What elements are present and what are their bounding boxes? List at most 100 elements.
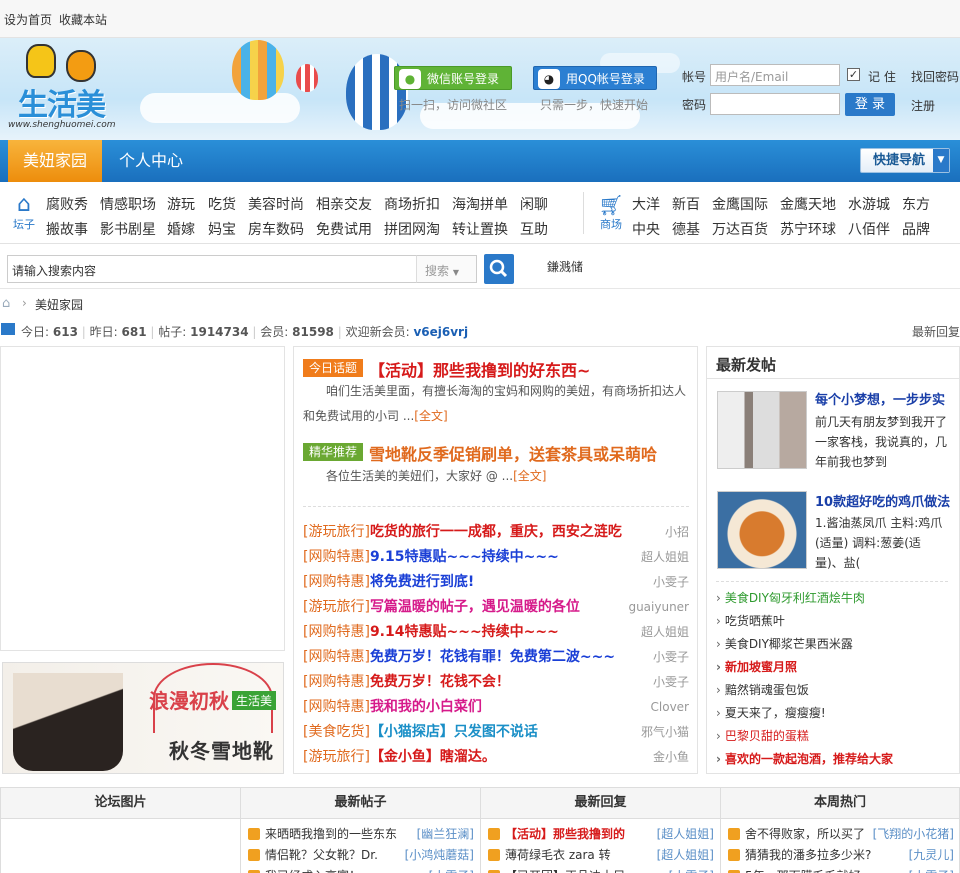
forum-category-link[interactable]: 妈宝 (208, 219, 236, 239)
post-title[interactable]: 【小猫探店】只发图不说话 (370, 724, 538, 740)
forum-category-link[interactable]: 闲聊 (520, 194, 548, 214)
bottom-list-item[interactable]: 5年，那面膜毛毛就好[小雯子] (728, 867, 958, 873)
latest-post-link[interactable]: 美食DIY匈牙利红酒烩牛肉 (716, 589, 865, 606)
post-row[interactable]: [网购特惠]免费万岁！花钱有罪！免费第二波~~~ 小雯子 (303, 646, 689, 668)
featured-title-1[interactable]: 【活动】那些我撸到的好东西~ (369, 357, 590, 381)
bottom-list-item[interactable]: 猜猜我的潘多拉多少米? [九灵儿] (728, 846, 958, 863)
bottom-item-author[interactable]: [小雯子] (909, 867, 954, 873)
bottom-item-author[interactable]: [小雯子] (429, 867, 474, 873)
latest-card-title[interactable]: 10款超好吃的鸡爪做法 (815, 491, 950, 510)
register-link[interactable]: 注册 (911, 97, 935, 114)
bottom-list-item[interactable]: 来晒晒我撸到的一些东东 [幽兰狂澜] (248, 825, 478, 842)
forum-category-link[interactable]: 美容时尚 (248, 194, 304, 214)
home-icon[interactable]: ⌂ (2, 296, 10, 311)
bottom-list-item[interactable]: 舍不得败家，所以买了 [飞翔的小花猪] (728, 825, 958, 842)
nav-tab-meiniu-home[interactable]: 美妞家园 (8, 140, 102, 182)
latest-post-link[interactable]: 新加坡蜜月照 (716, 658, 797, 675)
post-title[interactable]: 【金小鱼】瞎溜达。 (370, 749, 496, 765)
post-author[interactable]: guaiyuner (628, 596, 689, 618)
post-category[interactable]: [网购特惠] (303, 574, 370, 590)
bottom-list-item[interactable]: 我已经成入高富！[小雯子] (248, 867, 478, 873)
remember-checkbox[interactable]: ✓ (847, 68, 860, 81)
forum-category-link[interactable]: 腐败秀 (46, 194, 88, 214)
forum-category-link[interactable]: 转让置换 (452, 219, 508, 239)
post-category[interactable]: [网购特惠] (303, 649, 370, 665)
post-category[interactable]: [网购特惠] (303, 699, 370, 715)
post-category[interactable]: [网购特惠] (303, 624, 370, 640)
forum-icon[interactable]: ⌂ 坛子 (10, 194, 38, 232)
post-author[interactable]: 小雯子 (653, 671, 689, 693)
post-author[interactable]: 小招 (665, 521, 689, 543)
latest-card-image[interactable] (717, 391, 807, 469)
forum-category-link[interactable]: 房车数码 (248, 219, 304, 239)
mall-link[interactable]: 金鹰天地 (780, 194, 836, 214)
latest-post-link[interactable]: 吃货晒蕉叶 (716, 612, 785, 629)
mall-link[interactable]: 金鹰国际 (712, 194, 768, 214)
post-row[interactable]: [网购特惠]免费万岁！花钱不会！ 小雯子 (303, 671, 689, 693)
post-category[interactable]: [网购特惠] (303, 549, 370, 565)
post-title[interactable]: 将免费进行到底! (370, 574, 474, 590)
post-category[interactable]: [游玩旅行] (303, 524, 370, 540)
quick-nav-dropdown[interactable]: 快捷导航 ▼ (860, 148, 950, 173)
mall-link[interactable]: 万达百货 (712, 219, 768, 239)
post-author[interactable]: 超人姐姐 (641, 546, 689, 568)
post-category[interactable]: [美食吃货] (303, 724, 370, 740)
search-button[interactable] (484, 254, 514, 284)
latest-post-link[interactable]: 喜欢的一款起泡酒，推荐给大家 (716, 750, 893, 767)
latest-reply-link[interactable]: 最新回复 (912, 323, 960, 340)
latest-post-link[interactable]: 美食DIY椰浆芒果西米露 (716, 635, 853, 652)
post-row[interactable]: [网购特惠]9.15特惠贴~~~持续中~~~ 超人姐姐 (303, 546, 689, 568)
bottom-item-author[interactable]: [幽兰狂澜] (417, 825, 474, 842)
forum-category-link[interactable]: 相亲交友 (316, 194, 372, 214)
post-title[interactable]: 免费万岁！花钱有罪！免费第二波~~~ (370, 649, 615, 665)
latest-post-link[interactable]: 夏天来了，瘦瘦瘦! (716, 704, 826, 721)
latest-post-link[interactable]: 黯然销魂蛋包饭 (716, 681, 809, 698)
nav-tab-personal-center[interactable]: 个人中心 (119, 140, 183, 182)
mall-link[interactable]: 苏宁环球 (780, 219, 836, 239)
forum-category-link[interactable]: 商场折扣 (384, 194, 440, 214)
set-homepage-link[interactable]: 设为首页 (4, 11, 52, 28)
mall-link[interactable]: 水游城 (848, 194, 890, 214)
bottom-item-author[interactable]: [九灵儿] (909, 846, 954, 863)
post-title[interactable]: 9.14特惠贴~~~持续中~~~ (370, 624, 559, 640)
latest-post-link[interactable]: 巴黎贝甜的蛋糕 (716, 727, 809, 744)
forum-category-link[interactable]: 拼团网淘 (384, 219, 440, 239)
account-input[interactable]: 用户名/Email (710, 64, 840, 86)
forum-category-link[interactable]: 婚嫁 (167, 219, 195, 239)
post-row[interactable]: [游玩旅行]【金小鱼】瞎溜达。 金小鱼 (303, 746, 689, 768)
search-input[interactable]: 请输入搜索内容 (7, 255, 417, 283)
shopping-cart-icon[interactable]: 🛒︎ 商场 (597, 194, 625, 232)
post-title[interactable]: 免费万岁！花钱不会！ (370, 674, 510, 690)
search-type-select[interactable]: 搜索 ▼ (416, 255, 477, 283)
post-category[interactable]: [游玩旅行] (303, 749, 370, 765)
mall-link[interactable]: 中央 (632, 219, 660, 239)
forum-category-link[interactable]: 互助 (520, 219, 548, 239)
post-row[interactable]: [美食吃货]【小猫探店】只发图不说话 邪气小猫 (303, 721, 689, 743)
bookmark-link[interactable]: 收藏本站 (59, 11, 107, 28)
post-title[interactable]: 吃货的旅行一一成都，重庆，西安之涟吃 (370, 524, 622, 540)
forum-category-link[interactable]: 搬故事 (46, 219, 88, 239)
forum-category-link[interactable]: 影书剧星 (100, 219, 156, 239)
bottom-item-author[interactable]: [超人姐姐] (657, 825, 714, 842)
site-logo[interactable]: 生活美 www.shenghuomei.com (8, 42, 148, 134)
read-more-link[interactable]: [全文] (513, 469, 546, 483)
read-more-link[interactable]: [全文] (414, 409, 447, 423)
bottom-item-author[interactable]: [小雯子] (669, 867, 714, 873)
post-author[interactable]: 小雯子 (653, 646, 689, 668)
post-category[interactable]: [网购特惠] (303, 674, 370, 690)
forum-category-link[interactable]: 免费试用 (316, 219, 372, 239)
featured-title-2[interactable]: 雪地靴反季促销刷单，送套茶具或呆萌哈 (369, 441, 657, 465)
mall-link[interactable]: 德基 (672, 219, 700, 239)
mall-link[interactable]: 东方 (902, 194, 930, 214)
mall-link[interactable]: 八佰伴 (848, 219, 890, 239)
new-member-link[interactable]: v6ej6vrj (413, 325, 468, 339)
post-row[interactable]: [游玩旅行]写篇温暖的帖子，遇见温暖的各位 guaiyuner (303, 596, 689, 618)
forum-category-link[interactable]: 吃货 (208, 194, 236, 214)
post-category[interactable]: [游玩旅行] (303, 599, 370, 615)
post-row[interactable]: [网购特惠]将免费进行到底! 小雯子 (303, 571, 689, 593)
login-button[interactable]: 登 录 (845, 93, 895, 116)
forgot-password-link[interactable]: 找回密码 (911, 68, 959, 85)
hot-search-word[interactable]: 鎌溅储 (547, 258, 583, 275)
qq-login-button[interactable]: ◕ 用QQ帐号登录 (533, 66, 657, 90)
mall-link[interactable]: 新百 (672, 194, 700, 214)
